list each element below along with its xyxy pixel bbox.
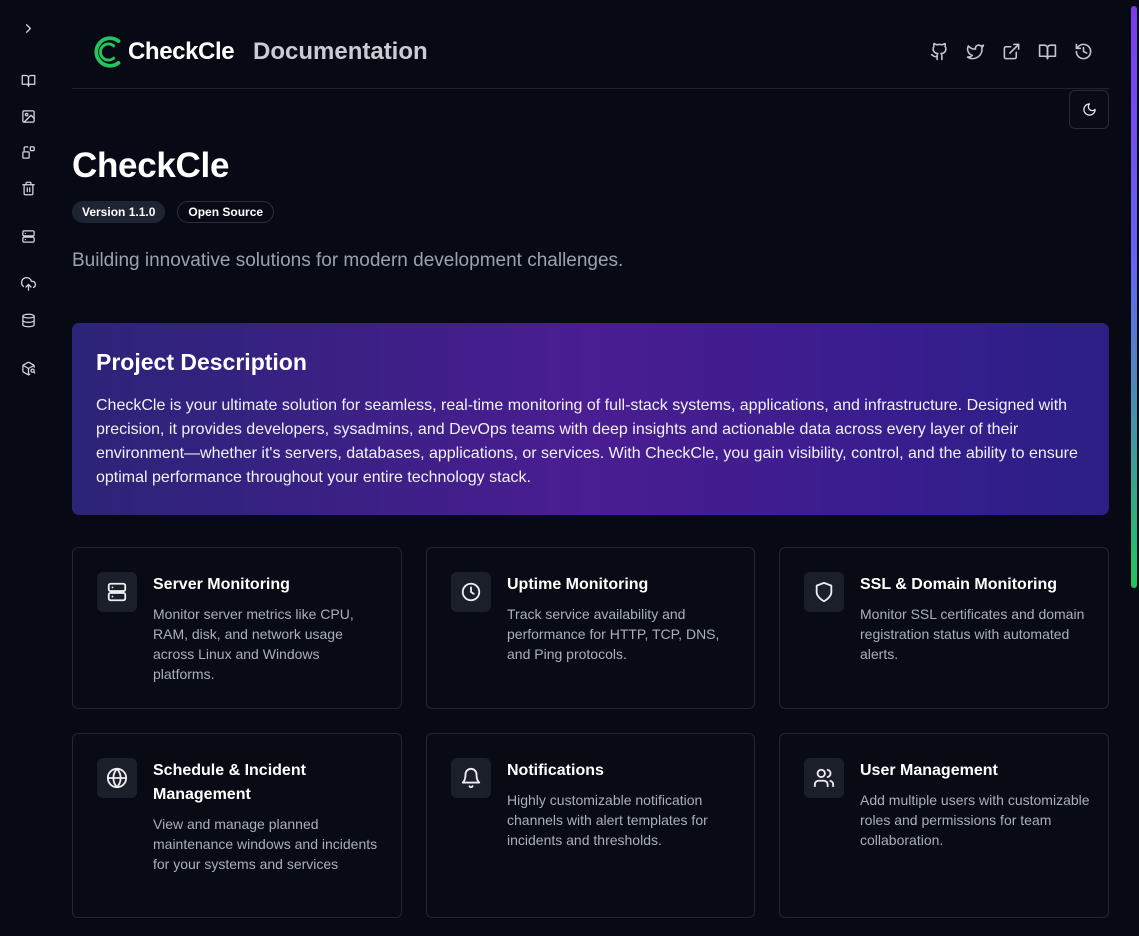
- badges: Version 1.1.0 Open Source: [72, 201, 275, 223]
- feature-title: Schedule & Incident Management: [153, 762, 306, 803]
- project-description-title: Project Description: [96, 349, 307, 375]
- page-title: CheckCle: [72, 146, 230, 185]
- scrollbar-thumb[interactable]: [1131, 6, 1137, 588]
- clock-icon: [451, 572, 491, 612]
- server-icon[interactable]: [18, 226, 38, 246]
- feature-card-server-monitoring: Server Monitoring Monitor server metrics…: [72, 547, 402, 709]
- book-icon[interactable]: [18, 70, 38, 90]
- book-open-icon[interactable]: [1037, 41, 1057, 61]
- shapes-icon[interactable]: [18, 142, 38, 162]
- users-icon: [804, 758, 844, 798]
- feature-title: Notifications: [507, 762, 604, 779]
- twitter-icon[interactable]: [965, 41, 985, 61]
- page-subtitle: Building innovative solutions for modern…: [72, 250, 624, 271]
- scrollbar[interactable]: [1129, 0, 1139, 936]
- feature-description: Monitor SSL certificates and domain regi…: [860, 606, 1085, 662]
- cloud-upload-icon[interactable]: [18, 274, 38, 294]
- documentation-title: Documentation: [253, 38, 428, 65]
- license-badge: Open Source: [177, 201, 275, 223]
- feature-title: SSL & Domain Monitoring: [860, 576, 1058, 593]
- globe-icon: [97, 758, 137, 798]
- database-icon[interactable]: [18, 310, 38, 330]
- feature-description: View and manage planned maintenance wind…: [153, 816, 378, 872]
- github-icon[interactable]: [929, 41, 949, 61]
- version-badge: Version 1.1.0: [72, 201, 166, 223]
- trash-icon[interactable]: [18, 178, 38, 198]
- chevron-right-icon[interactable]: [18, 18, 38, 38]
- feature-title: Server Monitoring: [153, 576, 290, 593]
- project-description-card: Project Description CheckCle is your ult…: [72, 323, 1109, 515]
- feature-card-schedule-incident: Schedule & Incident Management View and …: [72, 733, 402, 918]
- project-description-text: CheckCle is your ultimate solution for s…: [96, 397, 1078, 486]
- shield-icon: [804, 572, 844, 612]
- brand-name[interactable]: CheckCle: [128, 38, 235, 66]
- bell-icon: [451, 758, 491, 798]
- feature-title: Uptime Monitoring: [507, 576, 649, 593]
- feature-title: User Management: [860, 762, 998, 779]
- feature-description: Highly customizable notification channel…: [507, 792, 708, 848]
- feature-card-ssl-domain-monitoring: SSL & Domain Monitoring Monitor SSL cert…: [779, 547, 1109, 709]
- header: CheckCle Documentation: [72, 0, 1109, 89]
- package-search-icon[interactable]: [18, 358, 38, 378]
- theme-toggle-button[interactable]: [1069, 90, 1109, 129]
- server-icon: [97, 572, 137, 612]
- feature-card-notifications: Notifications Highly customizable notifi…: [426, 733, 755, 918]
- feature-description: Add multiple users with customizable rol…: [860, 792, 1090, 848]
- checkcle-logo-icon[interactable]: [90, 33, 128, 71]
- feature-card-uptime-monitoring: Uptime Monitoring Track service availabi…: [426, 547, 755, 709]
- feature-description: Track service availability and performan…: [507, 606, 720, 662]
- feature-description: Monitor server metrics like CPU, RAM, di…: [153, 606, 354, 682]
- sidebar: [0, 0, 56, 936]
- external-link-icon[interactable]: [1001, 41, 1021, 61]
- feature-card-user-management: User Management Add multiple users with …: [779, 733, 1109, 918]
- moon-icon: [1082, 103, 1096, 116]
- image-icon[interactable]: [18, 106, 38, 126]
- history-icon[interactable]: [1073, 41, 1093, 61]
